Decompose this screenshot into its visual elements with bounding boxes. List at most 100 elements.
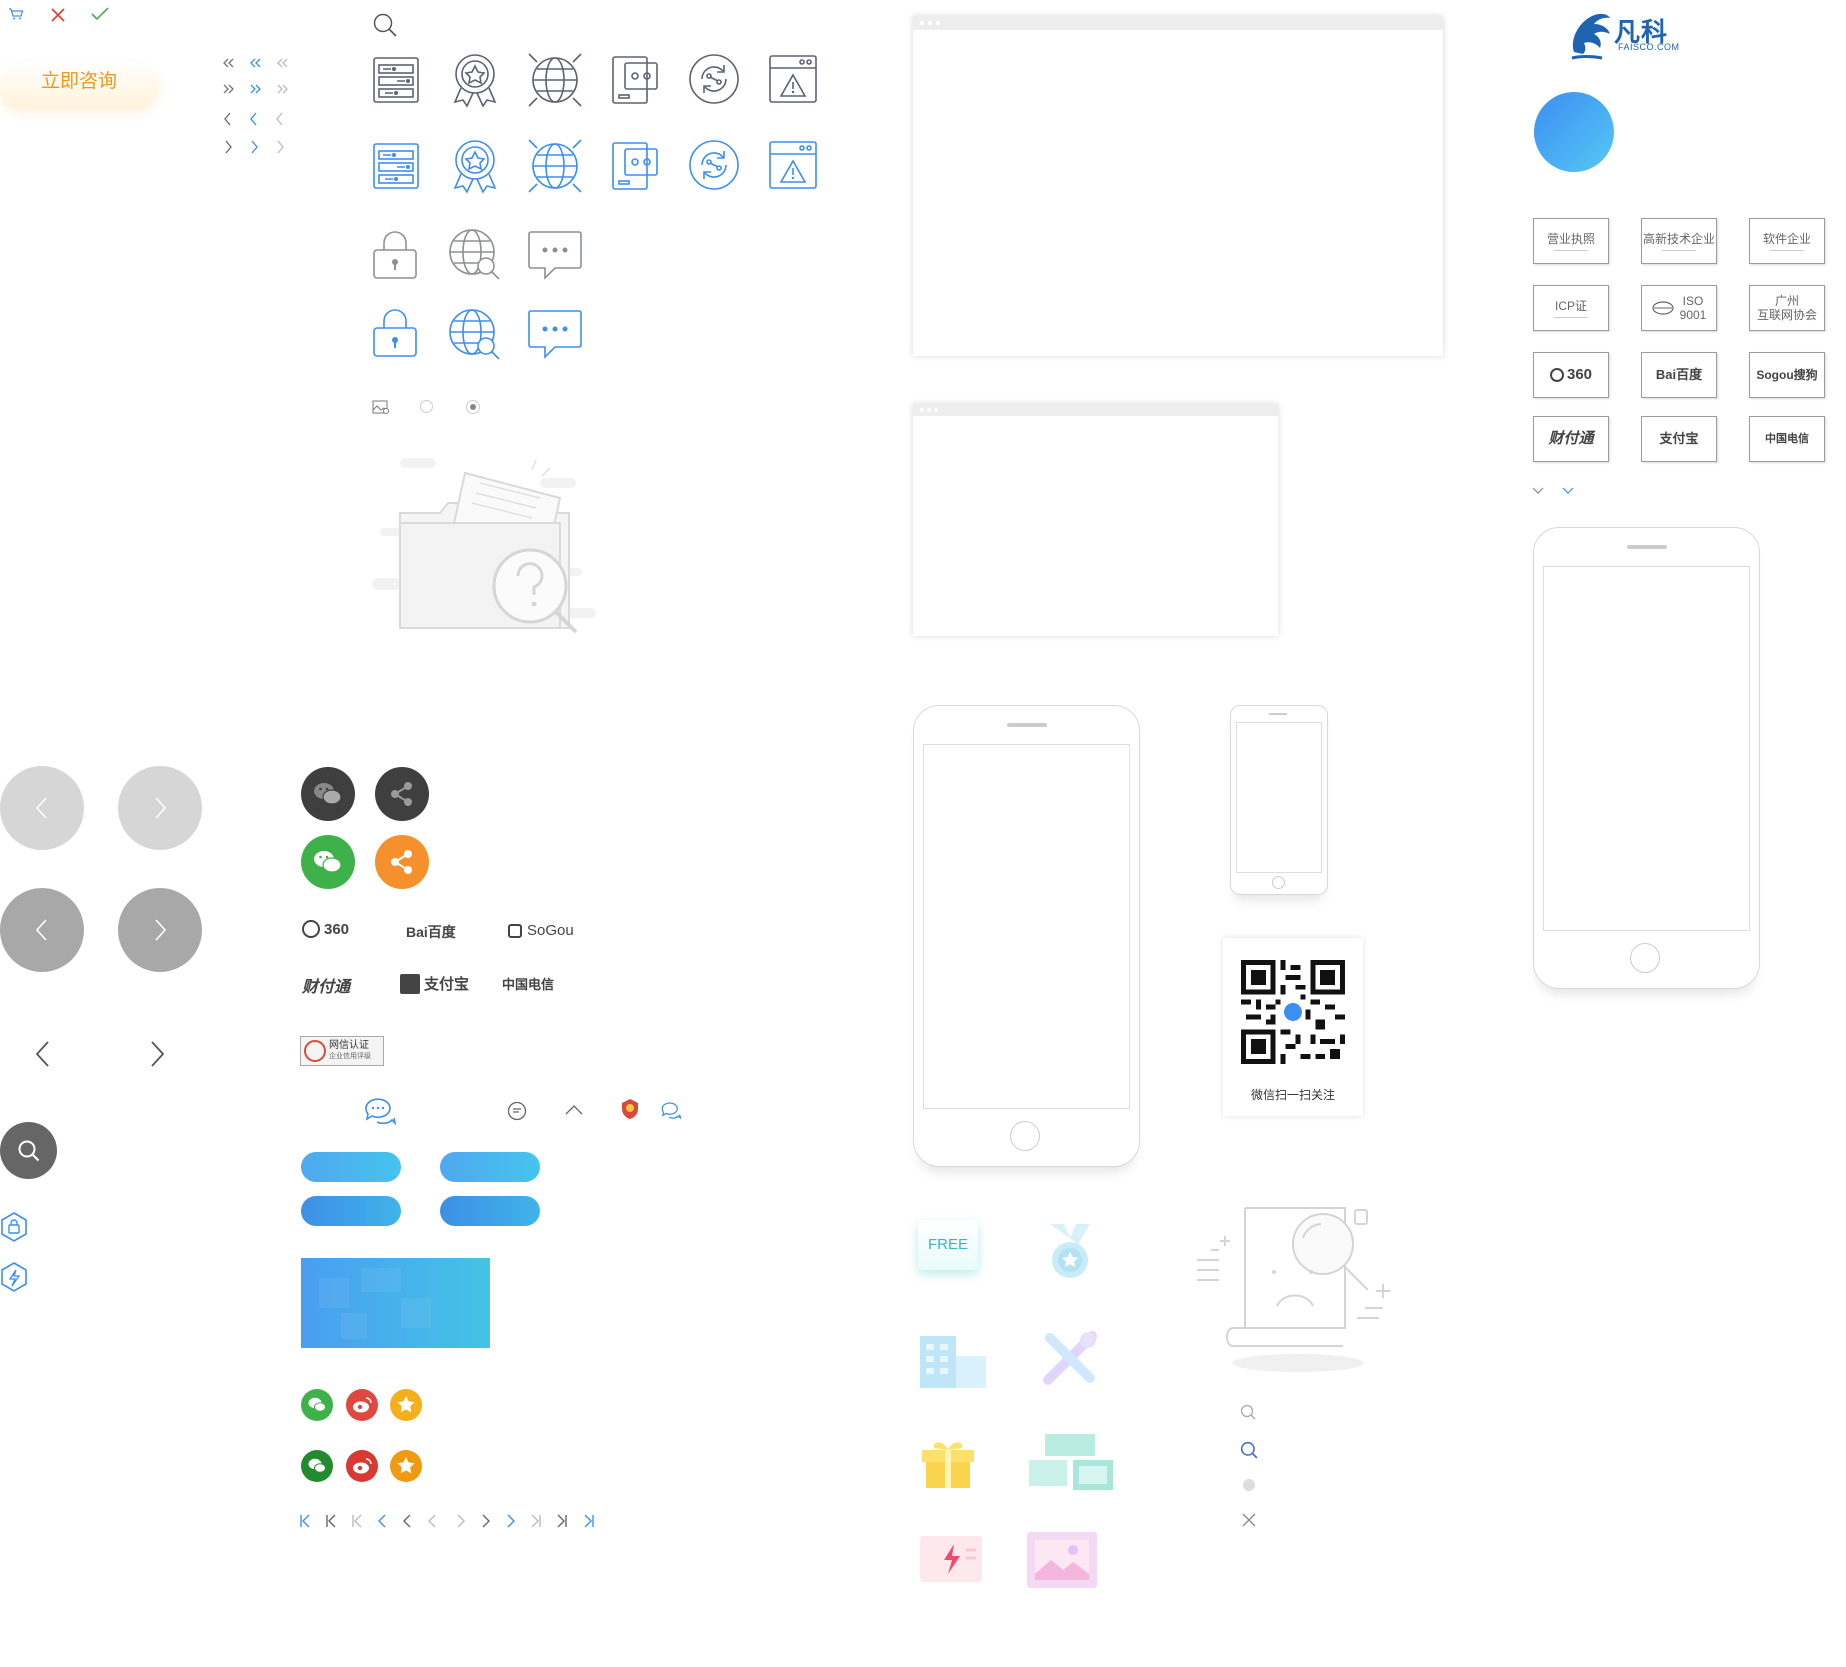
image-icon bbox=[372, 400, 390, 414]
logo-domain: FAISCO.COM bbox=[1618, 42, 1680, 52]
page-first-icon-gray bbox=[326, 1514, 336, 1528]
arrow-set bbox=[220, 56, 290, 156]
wechat-small-button-dark[interactable] bbox=[301, 1450, 333, 1482]
carousel-prev-button-dark[interactable] bbox=[0, 888, 84, 972]
gradient-pill-3[interactable] bbox=[301, 1196, 401, 1226]
phone-mockup-small bbox=[1230, 705, 1328, 895]
gradient-pill-2[interactable] bbox=[440, 1152, 540, 1182]
cert-business-license[interactable]: 营业执照 bbox=[1533, 218, 1609, 264]
wechat-small-button[interactable] bbox=[301, 1389, 333, 1421]
brand-logo-alipay: 支付宝 bbox=[400, 973, 469, 994]
chat-bubbles-icon-blue[interactable] bbox=[363, 1096, 397, 1128]
brand-logo-sogou: SoGou bbox=[508, 922, 574, 939]
cart-icon[interactable] bbox=[9, 8, 24, 20]
brand-logo-360: 360 bbox=[302, 920, 349, 938]
cert-logo-tenpay[interactable]: 财付通 bbox=[1533, 416, 1609, 462]
empty-folder-icon bbox=[370, 458, 610, 634]
web-search-icon bbox=[448, 228, 502, 282]
chevron-down-icon[interactable] bbox=[1532, 487, 1544, 495]
radio-checked-icon[interactable] bbox=[466, 400, 480, 414]
gradient-banner bbox=[301, 1258, 490, 1348]
carousel-prev-button-light[interactable] bbox=[0, 766, 84, 850]
weibo-small-button-dark[interactable] bbox=[346, 1450, 378, 1482]
browser-window-small bbox=[913, 404, 1278, 636]
shield-lock-icon bbox=[0, 1212, 28, 1242]
building-icon bbox=[918, 1330, 990, 1390]
close-icon-gray[interactable] bbox=[1242, 1513, 1256, 1527]
cert-software[interactable]: 软件企业 bbox=[1749, 218, 1825, 264]
wechat-button[interactable] bbox=[301, 835, 355, 889]
sync-icon bbox=[688, 53, 740, 105]
shield-bolt-icon bbox=[0, 1262, 28, 1292]
chat-icon bbox=[527, 230, 583, 280]
qr-code bbox=[1241, 960, 1345, 1064]
award-icon-blue bbox=[449, 138, 501, 194]
qr-card: 微信扫一扫关注 bbox=[1223, 938, 1363, 1116]
share-button[interactable] bbox=[375, 835, 429, 889]
chat-bubbles-icon-small[interactable] bbox=[660, 1101, 682, 1121]
weibo-small-button[interactable] bbox=[346, 1389, 378, 1421]
search-icon-gray[interactable] bbox=[1240, 1404, 1256, 1420]
chevron-right-icon[interactable] bbox=[150, 1040, 166, 1068]
picture-icon bbox=[1025, 1530, 1101, 1592]
globe-icon bbox=[527, 52, 583, 108]
search-button-round[interactable] bbox=[0, 1122, 57, 1179]
gradient-pill-4[interactable] bbox=[440, 1196, 540, 1226]
page-first-icon bbox=[300, 1514, 310, 1528]
lock-icon-blue bbox=[372, 308, 418, 358]
police-badge-icon bbox=[620, 1098, 640, 1120]
lock-icon bbox=[372, 230, 418, 280]
award-icon bbox=[449, 52, 501, 108]
cert-logo-baidu[interactable]: Bai百度 bbox=[1641, 352, 1717, 398]
list-icon-blue bbox=[372, 142, 420, 190]
cert-guangzhou-association[interactable]: 广州 互联网协会 bbox=[1749, 285, 1825, 331]
search-icon[interactable] bbox=[372, 12, 398, 38]
bolt-icon bbox=[918, 1532, 988, 1588]
devices-icon-blue bbox=[611, 141, 659, 191]
cert-logo-telecom[interactable]: 中国电信 bbox=[1749, 416, 1825, 462]
globe-icon-blue bbox=[527, 138, 583, 194]
close-icon[interactable] bbox=[51, 8, 65, 22]
browser-window-large bbox=[913, 16, 1443, 356]
phone-mockup-right bbox=[1533, 527, 1760, 989]
brand-logo-tenpay: 财付通 bbox=[302, 979, 351, 996]
phone-mockup-large bbox=[913, 705, 1140, 1167]
no-result-icon bbox=[1195, 1198, 1415, 1378]
qq-star-small-button-dark[interactable] bbox=[390, 1450, 422, 1482]
chevron-down-icon-blue[interactable] bbox=[1562, 487, 1574, 495]
gradient-pill-1[interactable] bbox=[301, 1152, 401, 1182]
wechat-button-dark[interactable] bbox=[301, 767, 355, 821]
wangxin-badge[interactable]: 网信认证 企业信用评级 bbox=[300, 1036, 384, 1066]
chevron-left-icon[interactable] bbox=[34, 1040, 50, 1068]
list-icon bbox=[372, 56, 420, 104]
share-button-dark[interactable] bbox=[375, 767, 429, 821]
cert-logo-sogou[interactable]: Sogou搜狗 bbox=[1749, 352, 1825, 398]
cert-logo-alipay[interactable]: 支付宝 bbox=[1641, 416, 1717, 462]
qr-caption: 微信扫一扫关注 bbox=[1250, 1088, 1335, 1102]
warning-window-icon-blue bbox=[768, 140, 818, 190]
cert-high-tech[interactable]: 高新技术企业 bbox=[1641, 218, 1717, 264]
comment-icon[interactable] bbox=[507, 1101, 527, 1121]
chevron-up-icon[interactable] bbox=[565, 1105, 583, 1115]
page-last-icon bbox=[584, 1514, 594, 1528]
cert-logo-360[interactable]: 360 bbox=[1533, 352, 1609, 398]
blue-gradient-circle bbox=[1534, 92, 1614, 172]
layout-icon bbox=[1025, 1432, 1117, 1496]
cert-icp[interactable]: ICP证 bbox=[1533, 285, 1609, 331]
free-badge-icon: FREE bbox=[918, 1220, 978, 1270]
consult-button[interactable]: 立即咨询 bbox=[0, 62, 158, 106]
faisco-logo: 凡科 FAISCO.COM bbox=[1568, 4, 1688, 62]
sync-icon-blue bbox=[688, 139, 740, 191]
carousel-next-button-dark[interactable] bbox=[118, 888, 202, 972]
search-icon-blue[interactable] bbox=[1240, 1441, 1258, 1459]
consult-button-label: 立即咨询 bbox=[40, 71, 117, 92]
check-icon[interactable] bbox=[91, 7, 109, 21]
radio-unchecked-icon[interactable] bbox=[420, 400, 433, 413]
qq-star-small-button[interactable] bbox=[390, 1389, 422, 1421]
cert-iso[interactable]: ISO 9001 bbox=[1641, 285, 1717, 331]
dot-indicator bbox=[1243, 1479, 1255, 1491]
warning-window-icon bbox=[768, 54, 818, 104]
pagination-arrows bbox=[298, 1513, 598, 1529]
brand-logo-baidu: Bai百度 bbox=[406, 924, 456, 940]
carousel-next-button-light[interactable] bbox=[118, 766, 202, 850]
